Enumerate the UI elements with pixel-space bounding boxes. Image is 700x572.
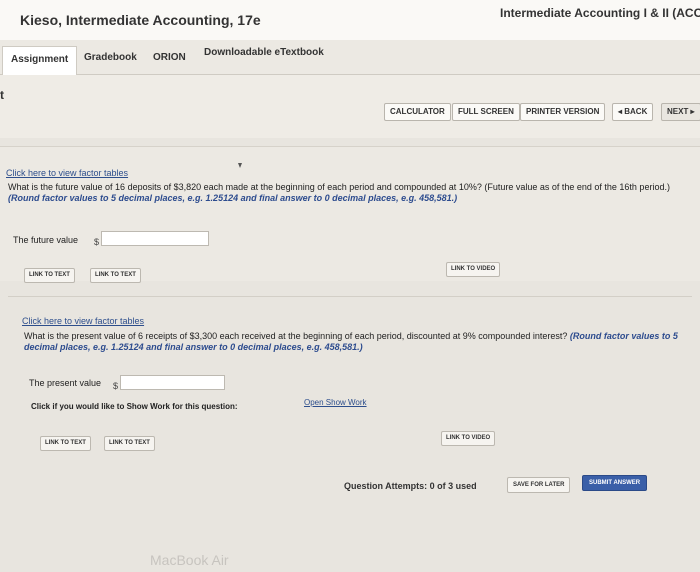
question-1-text: What is the future value of 16 deposits … [8, 182, 694, 204]
laptop-bezel-label: MacBook Air [150, 552, 229, 568]
tab-gradebook[interactable]: Gradebook [84, 52, 137, 63]
future-value-label: The future value [13, 235, 79, 245]
link-to-video-button[interactable]: LINK TO VIDEO [441, 431, 496, 446]
submit-answer-button[interactable]: SUBMIT ANSWER [582, 475, 648, 491]
present-value-input[interactable] [120, 375, 225, 390]
question-2-body: What is the present value of 6 receipts … [24, 331, 570, 341]
tab-bar: Assignment Gradebook ORION Downloadable … [0, 40, 700, 75]
future-value-input[interactable] [101, 231, 209, 246]
currency-symbol: $ [94, 237, 100, 247]
link-to-text-button[interactable]: LINK TO TEXT [24, 268, 75, 283]
question-1-body: What is the future value of 16 deposits … [8, 182, 670, 192]
save-for-later-button[interactable]: SAVE FOR LATER [507, 477, 571, 493]
truncated-heading: t [0, 88, 4, 102]
question-divider [8, 296, 692, 297]
link-to-text-button[interactable]: LINK TO TEXT [104, 436, 155, 451]
tab-downloadable-etextbook[interactable]: Downloadable eTextbook [204, 47, 324, 58]
full-screen-button[interactable]: FULL SCREEN [452, 103, 520, 121]
tab-orion[interactable]: ORION [153, 52, 186, 63]
question-attempts: Question Attempts: 0 of 3 used [344, 481, 477, 491]
app-title: Kieso, Intermediate Accounting, 17e [20, 12, 261, 28]
factor-tables-link[interactable]: Click here to view factor tables [22, 316, 144, 326]
question-1-panel [0, 146, 700, 281]
tab-assignment[interactable]: Assignment [2, 46, 78, 75]
show-work-prompt: Click if you would like to Show Work for… [31, 402, 238, 411]
link-to-video-button[interactable]: LINK TO VIDEO [446, 262, 501, 277]
course-title[interactable]: Intermediate Accounting I & II (ACC [500, 6, 700, 20]
present-value-label: The present value [29, 378, 102, 388]
currency-symbol: $ [113, 381, 119, 391]
mouse-cursor [238, 163, 242, 168]
open-show-work-link[interactable]: Open Show Work [304, 398, 367, 407]
factor-tables-link[interactable]: Click here to view factor tables [6, 168, 128, 178]
next-button[interactable]: NEXT ▸ [661, 103, 700, 121]
question-2-text: What is the present value of 6 receipts … [24, 331, 680, 353]
calculator-button[interactable]: CALCULATOR [384, 103, 451, 121]
printer-version-button[interactable]: PRINTER VERSION [520, 103, 606, 121]
question-1-rounding-hint: (Round factor values to 5 decimal places… [8, 193, 458, 203]
back-button[interactable]: ◂ BACK [612, 103, 654, 121]
link-to-text-button[interactable]: LINK TO TEXT [40, 436, 91, 451]
app-header: Kieso, Intermediate Accounting, 17e Inte… [0, 0, 700, 41]
link-to-text-button[interactable]: LINK TO TEXT [90, 268, 141, 283]
